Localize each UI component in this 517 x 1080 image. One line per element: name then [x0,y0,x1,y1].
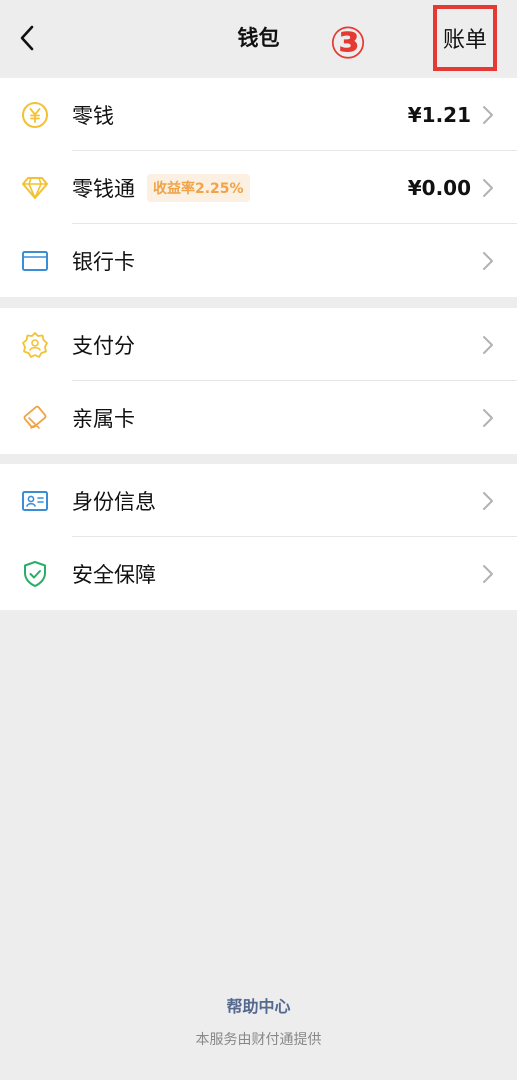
service-provider-note: 本服务由财付通提供 [195,1032,322,1048]
list-item-family-card[interactable]: 亲属卡 [0,381,517,454]
list-item-label: 身份信息 [72,489,156,514]
bank-card-icon [20,246,50,276]
list-item-identity[interactable]: 身份信息 [0,464,517,537]
family-card-icon [20,403,50,433]
list-item-label: 零钱通 [72,176,135,201]
id-card-icon [20,486,50,516]
yield-rate-badge: 收益率2.25% [147,173,250,202]
top-bar: 钱包 ③ 账单 [0,0,517,78]
list-item-label: 亲属卡 [72,406,135,431]
wallet-group-2: 支付分 亲属卡 [0,308,517,454]
list-item-security[interactable]: 安全保障 [0,537,517,610]
chevron-right-icon [483,565,493,583]
list-item-pay-score[interactable]: 支付分 [0,308,517,381]
chevron-right-icon [483,179,493,197]
balance-value: ¥0.00 [407,175,471,200]
list-item-label: 安全保障 [72,562,156,587]
step-marker: ③ [329,18,367,69]
list-item-label: 银行卡 [72,249,135,274]
chevron-left-icon [20,25,34,51]
balance-value: ¥1.21 [407,102,471,127]
chevron-right-icon [483,409,493,427]
chevron-right-icon [483,106,493,124]
chevron-right-icon [483,336,493,354]
list-item-label: 支付分 [72,333,135,358]
chevron-right-icon [483,252,493,270]
list-item-lingqiantong[interactable]: 零钱通 收益率2.25% ¥0.00 [0,151,517,224]
help-center-link[interactable]: 帮助中心 [0,993,517,1017]
wallet-group-1: 零钱 ¥1.21 零钱通 收益率2.25% ¥0.00 银行卡 [0,78,517,297]
chevron-right-icon [483,492,493,510]
list-item-label: 零钱 [72,103,114,128]
diamond-icon [20,173,50,203]
list-item-bank-card[interactable]: 银行卡 [0,224,517,297]
pay-score-icon [20,330,50,360]
bill-button[interactable]: 账单 [433,5,497,71]
wallet-group-3: 身份信息 安全保障 [0,464,517,610]
list-item-change[interactable]: 零钱 ¥1.21 [0,78,517,151]
yuan-coin-icon [20,100,50,130]
back-button[interactable] [12,20,42,56]
shield-check-icon [20,559,50,589]
